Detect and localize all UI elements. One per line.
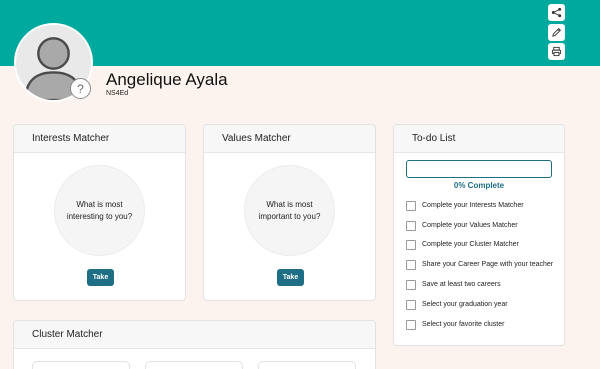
todo-item-label: Complete your Values Matcher bbox=[422, 222, 518, 229]
printer-icon bbox=[551, 46, 562, 57]
pencil-icon bbox=[552, 28, 561, 37]
cluster-matcher-title: Cluster Matcher bbox=[14, 321, 375, 349]
cluster-option-card[interactable] bbox=[258, 361, 356, 369]
todo-checkbox[interactable] bbox=[406, 259, 416, 270]
interests-matcher-title: Interests Matcher bbox=[14, 125, 185, 153]
todo-item-label: Select your favorite cluster bbox=[422, 321, 505, 328]
todo-list-card: To-do List 0% Complete Complete your Int… bbox=[393, 124, 565, 346]
todo-item-label: Select your graduation year bbox=[422, 301, 508, 308]
share-icon bbox=[551, 7, 562, 18]
todo-checkbox[interactable] bbox=[406, 319, 416, 330]
todo-item[interactable]: Complete your Values Matcher bbox=[406, 220, 518, 231]
interests-take-button[interactable]: Take bbox=[87, 269, 114, 286]
todo-item[interactable]: Save at least two careers bbox=[406, 279, 501, 290]
values-prompt-line2: important to you? bbox=[258, 211, 321, 221]
todo-item-label: Share your Career Page with your teacher bbox=[422, 261, 554, 268]
help-button[interactable]: ? bbox=[70, 78, 91, 99]
todo-checkbox[interactable] bbox=[406, 239, 416, 250]
todo-item-label: Complete your Cluster Matcher bbox=[422, 241, 519, 248]
interests-prompt-line2: interesting to you? bbox=[66, 211, 133, 221]
edit-button[interactable] bbox=[548, 24, 565, 41]
todo-checkbox[interactable] bbox=[406, 200, 416, 211]
cluster-option-card[interactable] bbox=[32, 361, 130, 369]
values-prompt-circle: What is most important to you? bbox=[244, 165, 335, 256]
cluster-matcher-card: Cluster Matcher bbox=[13, 320, 376, 369]
todo-list-title: To-do List bbox=[394, 125, 564, 153]
values-take-button[interactable]: Take bbox=[277, 269, 304, 286]
progress-label: 0% Complete bbox=[453, 181, 505, 190]
values-matcher-card: Values Matcher What is most important to… bbox=[203, 124, 376, 301]
todo-item-label: Complete your Interests Matcher bbox=[422, 202, 524, 209]
cluster-option-card[interactable] bbox=[145, 361, 243, 369]
interests-prompt-circle: What is most interesting to you? bbox=[54, 165, 145, 256]
progress-bar bbox=[406, 160, 552, 178]
todo-item[interactable]: Complete your Interests Matcher bbox=[406, 200, 524, 211]
values-matcher-title: Values Matcher bbox=[204, 125, 375, 153]
print-button[interactable] bbox=[548, 43, 565, 60]
profile-name: Angelique Ayala bbox=[106, 70, 228, 89]
profile-code: NS4Ed bbox=[106, 90, 129, 97]
todo-item-label: Save at least two careers bbox=[422, 281, 501, 288]
help-icon: ? bbox=[77, 81, 84, 96]
values-prompt-line1: What is most bbox=[266, 199, 313, 209]
todo-item[interactable]: Select your favorite cluster bbox=[406, 319, 504, 330]
todo-checkbox[interactable] bbox=[406, 279, 416, 290]
todo-item[interactable]: Share your Career Page with your teacher bbox=[406, 259, 553, 270]
todo-item[interactable]: Select your graduation year bbox=[406, 299, 508, 310]
interests-matcher-card: Interests Matcher What is most interesti… bbox=[13, 124, 186, 301]
todo-checkbox[interactable] bbox=[406, 299, 416, 310]
interests-prompt-line1: What is most bbox=[76, 199, 123, 209]
todo-checkbox[interactable] bbox=[406, 220, 416, 231]
share-button[interactable] bbox=[548, 4, 565, 21]
todo-item[interactable]: Complete your Cluster Matcher bbox=[406, 239, 519, 250]
